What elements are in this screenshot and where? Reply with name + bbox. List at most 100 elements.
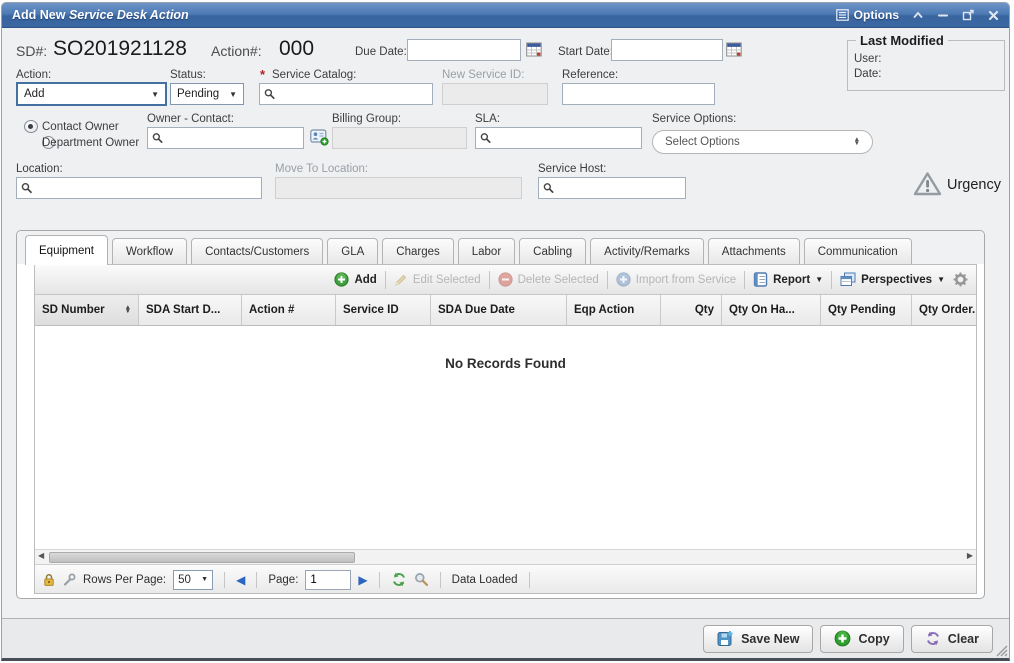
pager-separator xyxy=(379,572,380,588)
scroll-right-icon[interactable]: ▶ xyxy=(967,551,973,560)
service-host-input[interactable] xyxy=(538,177,686,199)
service-desk-action-window: Add New Service Desk Action Options xyxy=(1,2,1010,661)
scrollbar-thumb[interactable] xyxy=(49,552,355,563)
tab-charges[interactable]: Charges xyxy=(382,238,453,264)
column-header-eqp-action[interactable]: Eqp Action xyxy=(567,295,661,325)
equipment-grid: Add Edit Selected Delete Selec xyxy=(34,264,977,594)
previous-page-icon[interactable]: ◀ xyxy=(236,573,245,587)
column-header-sda-start-date[interactable]: SDA Start D... xyxy=(139,295,242,325)
copy-button[interactable]: Copy xyxy=(820,625,903,653)
options-button[interactable]: Options xyxy=(836,8,899,22)
contact-owner-radio[interactable] xyxy=(24,120,38,133)
service-catalog-label: Service Catalog: xyxy=(272,69,356,81)
next-page-icon[interactable]: ▶ xyxy=(358,573,367,587)
report-caret-icon: ▼ xyxy=(815,275,823,284)
due-date-calendar-icon[interactable] xyxy=(526,42,542,57)
minimize-icon[interactable] xyxy=(937,10,949,20)
status-select-arrow-icon: ▼ xyxy=(229,90,237,99)
last-modified-group: Last Modified User: Date: xyxy=(847,33,1005,91)
service-catalog-text[interactable] xyxy=(275,85,428,103)
location-input[interactable] xyxy=(16,177,262,199)
tab-labor[interactable]: Labor xyxy=(458,238,515,264)
add-button[interactable]: Add xyxy=(334,272,376,287)
edit-selected-button: Edit Selected xyxy=(394,273,481,287)
horizontal-scrollbar[interactable]: ◀ ▶ xyxy=(35,549,976,564)
page-input[interactable] xyxy=(305,570,351,590)
tab-activity-remarks[interactable]: Activity/Remarks xyxy=(590,238,704,264)
save-new-button[interactable]: Save New xyxy=(703,625,813,653)
column-label: Service ID xyxy=(343,304,399,316)
urgency-icon[interactable] xyxy=(913,171,942,197)
grid-settings-gear-icon[interactable] xyxy=(953,272,968,287)
column-label: Eqp Action xyxy=(574,304,634,316)
resize-grip[interactable] xyxy=(994,643,1008,657)
reference-text[interactable] xyxy=(567,85,710,103)
column-header-sd-number[interactable]: SD Number ▲▼ xyxy=(35,295,139,325)
grid-pager: Rows Per Page: 50 ▼ ◀ Page: ▶ xyxy=(35,564,976,594)
service-options-value: Select Options xyxy=(665,136,740,148)
reference-input[interactable] xyxy=(562,83,715,105)
contact-owner-label: Contact Owner xyxy=(42,121,119,133)
sla-input[interactable] xyxy=(475,127,642,149)
perspectives-button[interactable]: Perspectives ▼ xyxy=(840,272,945,287)
refresh-icon[interactable] xyxy=(391,572,407,587)
delete-selected-label: Delete Selected xyxy=(518,274,599,286)
scroll-left-icon[interactable]: ◀ xyxy=(38,551,44,560)
start-date-input[interactable] xyxy=(611,39,723,61)
start-date-calendar-icon[interactable] xyxy=(726,42,742,57)
column-header-sda-due-date[interactable]: SDA Due Date xyxy=(431,295,567,325)
tab-communication[interactable]: Communication xyxy=(804,238,912,264)
tab-contacts-customers[interactable]: Contacts/Customers xyxy=(191,238,323,264)
lock-icon[interactable] xyxy=(43,573,55,587)
popout-icon[interactable] xyxy=(962,9,975,21)
tab-attachments[interactable]: Attachments xyxy=(708,238,800,264)
owner-contact-text[interactable] xyxy=(163,129,299,147)
report-label: Report xyxy=(773,274,810,286)
column-header-qty[interactable]: Qty xyxy=(661,295,722,325)
service-catalog-input[interactable] xyxy=(259,83,433,105)
add-contact-icon[interactable] xyxy=(310,129,329,146)
collapse-icon[interactable] xyxy=(912,10,924,20)
start-date-text[interactable] xyxy=(616,41,718,59)
sla-label: SLA: xyxy=(475,113,500,125)
last-modified-legend: Last Modified xyxy=(856,33,948,48)
report-button[interactable]: Report ▼ xyxy=(753,272,823,287)
rows-per-page-select[interactable]: 50 ▼ xyxy=(173,570,213,590)
service-options-select[interactable]: Select Options ▲▼ xyxy=(652,130,873,154)
search-icon xyxy=(543,182,554,194)
column-header-qty-pending[interactable]: Qty Pending xyxy=(821,295,912,325)
delete-icon xyxy=(498,272,513,287)
toolbar-separator xyxy=(489,271,490,289)
toolbar-separator xyxy=(607,271,608,289)
owner-contact-input[interactable] xyxy=(147,127,304,149)
column-header-qty-ordered[interactable]: Qty Order... xyxy=(912,295,977,325)
tab-workflow[interactable]: Workflow xyxy=(112,238,187,264)
due-date-input[interactable] xyxy=(407,39,521,61)
tab-gla[interactable]: GLA xyxy=(327,238,378,264)
filter-search-icon[interactable] xyxy=(414,572,429,587)
sort-icon[interactable]: ▲▼ xyxy=(125,306,131,315)
toolbar-separator xyxy=(744,271,745,289)
close-icon[interactable] xyxy=(988,10,999,21)
action-select[interactable]: Add ▼ xyxy=(16,82,167,106)
column-header-action-number[interactable]: Action # xyxy=(242,295,336,325)
sla-text[interactable] xyxy=(491,129,637,147)
action-number-label: Action#: xyxy=(211,43,262,59)
column-header-qty-on-hand[interactable]: Qty On Ha... xyxy=(722,295,821,325)
urgency-label: Urgency xyxy=(947,177,1001,193)
billing-group-label: Billing Group: xyxy=(332,113,401,125)
due-date-text[interactable] xyxy=(412,41,516,59)
tab-cabling[interactable]: Cabling xyxy=(519,238,586,264)
tab-equipment[interactable]: Equipment xyxy=(25,235,108,265)
grid-body: No Records Found xyxy=(35,326,976,549)
wrench-icon[interactable] xyxy=(62,573,76,587)
import-from-service-button: Import from Service xyxy=(616,272,736,287)
pager-separator xyxy=(529,572,530,588)
location-text[interactable] xyxy=(32,179,257,197)
tab-label: Activity/Remarks xyxy=(604,246,690,258)
clear-button[interactable]: Clear xyxy=(911,625,993,653)
status-select[interactable]: Pending ▼ xyxy=(170,83,244,105)
column-header-service-id[interactable]: Service ID xyxy=(336,295,431,325)
service-host-text[interactable] xyxy=(554,179,681,197)
tab-label: Charges xyxy=(396,246,439,258)
